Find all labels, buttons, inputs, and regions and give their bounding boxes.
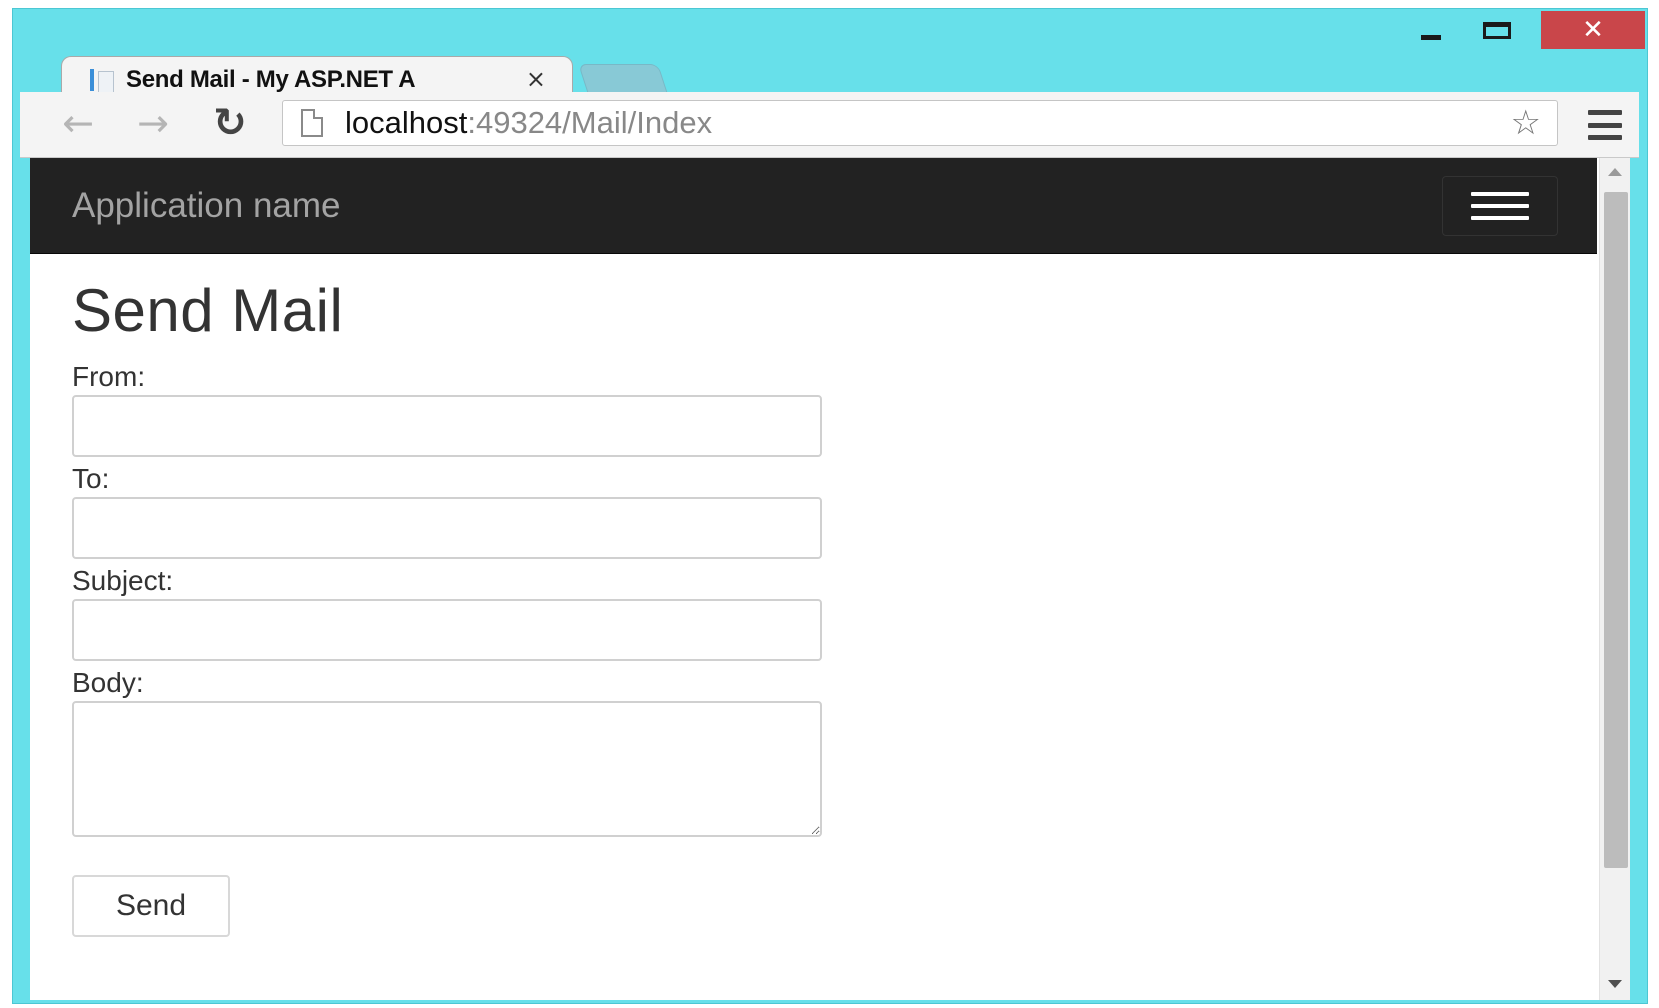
back-button[interactable]: ← xyxy=(48,100,108,146)
vertical-scrollbar[interactable] xyxy=(1599,158,1630,1000)
url-host: localhost xyxy=(345,105,468,140)
page-title: Send Mail xyxy=(72,277,344,344)
body-label: Body: xyxy=(72,667,144,698)
address-bar[interactable]: localhost :49324/Mail/Index ☆ xyxy=(282,100,1558,146)
maximize-button[interactable] xyxy=(1471,11,1523,49)
browser-menu-button[interactable] xyxy=(1588,110,1622,140)
page-viewport: Application name Send Mail From: To: Sub… xyxy=(30,158,1630,1000)
navbar-toggle-button[interactable] xyxy=(1442,176,1558,236)
site-navbar: Application name xyxy=(30,158,1597,254)
close-icon: ✕ xyxy=(1582,15,1604,45)
reload-button[interactable]: ↻ xyxy=(200,100,260,146)
navbar-brand-link[interactable]: Application name xyxy=(72,186,341,226)
scroll-up-arrow-icon[interactable] xyxy=(1608,168,1622,176)
from-field[interactable] xyxy=(72,395,822,457)
subject-label: Subject: xyxy=(72,565,174,596)
star-icon: ☆ xyxy=(1510,103,1541,143)
main-content: Send Mail From: To: Subject: Body: Send xyxy=(72,276,832,937)
to-field[interactable] xyxy=(72,497,822,559)
body-textarea[interactable] xyxy=(72,701,822,837)
forward-button[interactable]: → xyxy=(123,100,183,146)
scrollbar-thumb[interactable] xyxy=(1604,192,1628,868)
subject-field[interactable] xyxy=(72,599,822,661)
back-arrow-icon: ← xyxy=(62,101,94,145)
bookmark-star-button[interactable]: ☆ xyxy=(1511,101,1541,145)
scroll-down-arrow-icon[interactable] xyxy=(1608,980,1622,988)
window-close-button[interactable]: ✕ xyxy=(1541,11,1645,49)
tab-title: Send Mail - My ASP.NET A xyxy=(126,66,416,93)
minimize-button[interactable] xyxy=(1405,11,1457,49)
hamburger-icon-line xyxy=(1471,192,1529,196)
url-path: :49324/Mail/Index xyxy=(467,105,713,140)
from-label: From: xyxy=(72,361,146,392)
forward-arrow-icon: → xyxy=(137,101,169,145)
send-button[interactable]: Send xyxy=(72,875,230,937)
tab-close-icon[interactable]: × xyxy=(526,65,546,93)
to-label: To: xyxy=(72,463,110,494)
hamburger-icon-line xyxy=(1588,110,1622,115)
maximize-icon xyxy=(1483,21,1511,39)
hamburger-icon-line xyxy=(1588,122,1622,128)
page-favicon-icon xyxy=(90,67,114,93)
hamburger-icon-line xyxy=(1471,204,1529,208)
minimize-icon xyxy=(1421,34,1441,40)
send-mail-form: From: To: Subject: Body: Send xyxy=(72,359,832,937)
hamburger-icon-line xyxy=(1588,135,1622,140)
hamburger-icon-line xyxy=(1471,216,1529,220)
reload-icon: ↻ xyxy=(213,100,247,146)
browser-toolbar: ← → ↻ localhost :49324/Mail/Index ☆ xyxy=(20,92,1639,158)
new-tab-button[interactable] xyxy=(578,64,668,94)
page-icon xyxy=(301,109,323,137)
